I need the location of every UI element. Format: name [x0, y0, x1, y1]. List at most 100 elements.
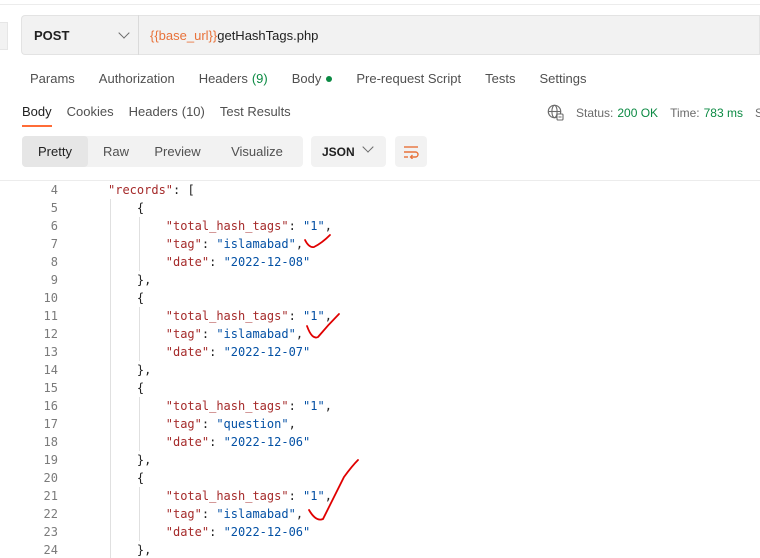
json-string: "2022-12-08"	[223, 255, 311, 269]
line-number: 19	[43, 453, 58, 467]
json-punctuation: : [	[173, 183, 195, 197]
view-raw-button[interactable]: Raw	[88, 136, 144, 167]
line-number: 7	[50, 237, 58, 251]
code-text: {	[137, 289, 144, 307]
url-input[interactable]: {{base_url}} getHashTags.php	[139, 15, 760, 55]
code-line: 6 "total_hash_tags": "1",	[0, 217, 760, 235]
json-key: "total_hash_tags"	[165, 309, 289, 323]
json-punctuation: },	[136, 363, 152, 377]
code-text: },	[137, 361, 151, 379]
code-line: 9},	[0, 271, 760, 289]
top-strip	[0, 0, 760, 5]
status-label: Status:	[576, 105, 614, 120]
code-line: 23 "date": "2022-12-06"	[0, 523, 760, 541]
format-select[interactable]: JSON	[311, 136, 386, 167]
json-key: "total_hash_tags"	[165, 489, 289, 503]
code-line: 17 "tag": "question",	[0, 415, 760, 433]
json-punctuation: {	[136, 291, 145, 305]
json-string: "2022-12-07"	[223, 345, 311, 359]
line-number: 10	[43, 291, 58, 305]
tab-label: Pre-request Script	[356, 71, 462, 86]
code-text: {	[137, 199, 144, 217]
line-number: 15	[43, 381, 58, 395]
json-key: "tag"	[165, 327, 202, 341]
line-number: 4	[50, 183, 58, 197]
json-punctuation: },	[136, 543, 152, 557]
code-text: "total_hash_tags": "1",	[166, 217, 332, 235]
code-text: "date": "2022-12-08"	[166, 253, 311, 271]
tab-cookies[interactable]: Cookies	[67, 104, 114, 127]
tab-label: Cookies	[66, 104, 114, 119]
code-text: },	[137, 541, 151, 558]
tab-pre-request-script[interactable]: Pre-request Script	[356, 71, 461, 86]
code-text: "date": "2022-12-07"	[166, 343, 311, 361]
code-line: 10 {	[0, 289, 760, 307]
line-number: 6	[50, 219, 58, 233]
view-pretty-button[interactable]: Pretty	[22, 136, 88, 167]
body-indicator-dot	[326, 75, 333, 82]
indent-guide	[138, 307, 140, 361]
json-punctuation: :	[288, 489, 304, 503]
code-line: 14},	[0, 361, 760, 379]
line-number: 14	[43, 363, 58, 377]
json-punctuation: :	[209, 255, 224, 269]
json-punctuation: ,	[324, 219, 332, 233]
json-string: "islamabad"	[216, 327, 296, 341]
json-punctuation: ,	[288, 417, 296, 431]
json-punctuation: :	[209, 435, 224, 449]
tab-headers[interactable]: Headers (9)	[199, 71, 268, 86]
code-line: 8 "date": "2022-12-08"	[0, 253, 760, 271]
url-variable: {{base_url}}	[150, 27, 218, 43]
json-key: "total_hash_tags"	[165, 219, 289, 233]
code-line: 21 "total_hash_tags": "1",	[0, 487, 760, 505]
tab-response-body[interactable]: Body	[22, 104, 52, 127]
code-line: 15 {	[0, 379, 760, 397]
response-tabs: Body Cookies Headers (10) Test Results	[22, 104, 306, 127]
indent-guide	[138, 217, 140, 271]
line-number: 23	[43, 525, 58, 539]
tab-settings[interactable]: Settings	[539, 71, 586, 86]
json-punctuation: ,	[295, 507, 304, 521]
json-punctuation: {	[136, 381, 145, 395]
tab-label: Body	[22, 104, 52, 119]
line-number: 5	[50, 201, 58, 215]
indent-guide	[110, 199, 111, 558]
method-select[interactable]: POST	[21, 15, 138, 55]
method-label: POST	[34, 27, 70, 43]
request-tabs: Params Authorization Headers (9) Body Pre…	[30, 71, 610, 86]
tab-label: Authorization	[98, 71, 175, 86]
json-string: "1"	[303, 309, 325, 323]
code-line: 20 {	[0, 469, 760, 487]
wrap-lines-button[interactable]	[395, 136, 427, 167]
code-line: 22 "tag": "islamabad",	[0, 505, 760, 523]
json-key: "tag"	[165, 417, 202, 431]
json-punctuation: :	[209, 345, 224, 359]
tab-authorization[interactable]: Authorization	[99, 71, 175, 86]
size-label: Si	[754, 105, 760, 120]
view-visualize-button[interactable]: Visualize	[211, 136, 303, 167]
tab-test-results[interactable]: Test Results	[220, 104, 291, 127]
json-string: "1"	[303, 399, 325, 413]
json-string: "question"	[216, 417, 289, 431]
tab-body[interactable]: Body	[292, 71, 333, 86]
tab-tests[interactable]: Tests	[485, 71, 515, 86]
json-key: "tag"	[165, 507, 202, 521]
tab-params[interactable]: Params	[30, 71, 75, 86]
json-punctuation: :	[288, 219, 304, 233]
json-key: "tag"	[165, 237, 202, 251]
chevron-down-icon	[118, 27, 130, 39]
json-punctuation: ,	[324, 399, 332, 413]
globe-icon[interactable]	[547, 104, 564, 121]
response-editor[interactable]: 4 "records": [5{6 "total_hash_tags": "1", 7…	[0, 180, 760, 558]
json-punctuation: {	[136, 201, 145, 215]
headers-count: (9)	[251, 71, 268, 86]
json-punctuation: ,	[295, 237, 304, 251]
view-preview-button[interactable]: Preview	[144, 136, 211, 167]
line-number: 9	[50, 273, 58, 287]
tab-label: Params	[30, 71, 75, 86]
tab-response-headers[interactable]: Headers (10)	[129, 104, 205, 127]
status-value[interactable]: 200 OK	[617, 106, 658, 120]
code-text: "date": "2022-12-06"	[166, 433, 311, 451]
code-text: "date": "2022-12-06"	[166, 523, 311, 541]
time-value[interactable]: 783 ms	[704, 106, 743, 120]
